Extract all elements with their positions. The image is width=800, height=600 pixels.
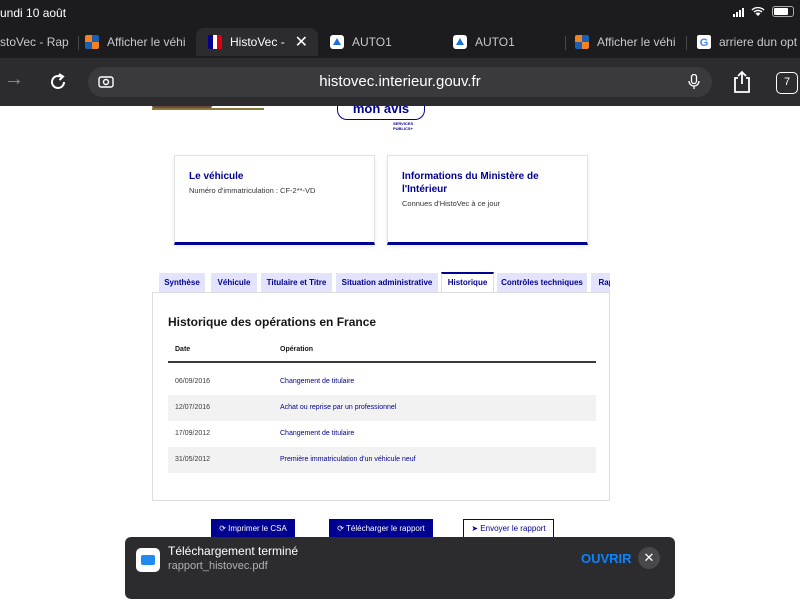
browser-tab-6[interactable]: Afficher le véhi [575,28,677,56]
microphone-icon[interactable] [688,74,700,90]
browser-tab-label: AUTO1 [475,35,515,49]
row-date: 17/09/2012 [175,430,211,437]
vehicle-card: Le véhicule Numéro d'immatriculation : C… [174,155,375,245]
orange-checker-icon [575,35,589,49]
column-operation: Opération [280,346,314,353]
browser-tab-label: Afficher le véhi [597,35,676,49]
print-csa-button[interactable]: ⟳ Imprimer le CSA [211,519,295,539]
reload-icon[interactable] [47,71,69,93]
download-icon: ⟳ [337,524,344,533]
tab-synthese[interactable]: Synthèse [159,273,205,292]
column-date: Date [175,346,191,353]
table-row: 06/09/2016 Changement de titulaire [168,369,596,395]
browser-tab-bar: stoVec - Rap Afficher le véhi HistoVec -… [0,26,800,58]
row-operation[interactable]: Changement de titulaire [280,369,354,395]
row-date: 31/05/2012 [175,456,211,463]
tab-situation[interactable]: Situation administrative [336,273,438,292]
history-panel: Historique des opérations en France Date… [152,292,610,501]
tab-vehicule[interactable]: Véhicule [211,273,257,292]
cellular-signal-icon [733,7,744,17]
download-report-button[interactable]: ⟳ Télécharger le rapport [329,519,433,539]
svg-text:G: G [700,37,709,49]
battery-icon [772,6,794,17]
orange-checker-icon [85,35,99,49]
open-button[interactable]: OUVRIR [581,551,632,566]
status-bar: undi 10 août [0,0,800,26]
mon-avis-badge[interactable]: mon avis [337,106,425,120]
download-title: Téléchargement terminé [168,544,299,558]
browser-tab-2[interactable]: Afficher le véhi [85,28,190,56]
close-tab-icon[interactable]: ✕ [295,32,308,52]
close-notification-icon[interactable]: ✕ [638,547,660,569]
history-title: Historique des opérations en France [168,315,377,329]
page-settings-icon[interactable] [98,74,114,90]
url-bar[interactable]: histovec.interieur.gouv.fr [88,67,712,97]
tab-titulaire[interactable]: Titulaire et Titre [261,273,332,292]
web-page: mon avis SERVICES PUBLICS+ Le véhicule N… [0,106,800,600]
folder-icon [136,548,160,572]
download-report-label: Télécharger le rapport [346,524,425,533]
table-row: 17/09/2012 Changement de titulaire [168,421,596,447]
browser-tab-4[interactable]: AUTO1 [330,28,440,56]
report-tabs: Synthèse Véhicule Titulaire et Titre Sit… [159,272,610,292]
wifi-icon [751,6,765,16]
browser-toolbar: → histovec.interieur.gouv.fr 7 [0,58,800,106]
google-icon: G [697,35,711,49]
row-operation[interactable]: Première immatriculation d'un véhicule n… [280,447,416,473]
download-filename: rapport_histovec.pdf [168,560,268,572]
vehicle-illustration [152,106,266,114]
status-indicators [733,6,794,17]
vehicle-card-title: Le véhicule [189,171,244,182]
vehicle-card-text: Numéro d'immatriculation : CF-2**-VD [189,186,316,195]
browser-tab-label: HistoVec - [230,35,285,49]
status-time: undi 10 août [0,6,67,20]
browser-tab-5[interactable]: AUTO1 [453,28,558,56]
row-operation[interactable]: Changement de titulaire [280,421,354,447]
forward-icon[interactable]: → [4,68,24,91]
send-icon: ➤ [471,524,479,533]
tab-switcher-button[interactable]: 7 [776,72,798,94]
mon-avis-label: mon avis [352,106,410,116]
print-csa-label: Imprimer le CSA [228,524,287,533]
browser-tab-3-active[interactable]: HistoVec - ✕ [196,28,318,56]
row-operation[interactable]: Achat ou reprise par un professionnel [280,395,396,421]
marianne-icon [208,35,222,49]
services-publics-logo: SERVICES PUBLICS+ [393,121,414,131]
history-table-header: Date Opération [168,339,596,363]
tab-rapport[interactable]: Rap [591,273,610,292]
send-report-label: Envoyer le rapport [480,524,546,533]
auto1-icon [330,35,344,49]
table-row: 31/05/2012 Première immatriculation d'un… [168,447,596,473]
tab-controles[interactable]: Contrôles techniques [497,273,587,292]
download-notification: Téléchargement terminé rapport_histovec.… [125,537,675,599]
url-text: histovec.interieur.gouv.fr [319,73,481,90]
row-date: 06/09/2016 [175,378,211,385]
browser-tab-label: stoVec - Rap [0,35,69,49]
auto1-icon [453,35,467,49]
browser-tab-7[interactable]: G arriere dun opt [697,28,800,56]
browser-tab-label: arriere dun opt [719,35,798,49]
row-date: 12/07/2016 [175,404,211,411]
browser-tab-label: Afficher le véhi [107,35,186,49]
table-row: 12/07/2016 Achat ou reprise par un profe… [168,395,596,421]
ministry-card: Informations du Ministère de l'Intérieur… [387,155,588,245]
print-icon: ⟳ [219,524,226,533]
send-report-button[interactable]: ➤ Envoyer le rapport [463,519,554,539]
share-icon[interactable] [732,70,752,94]
tab-historique[interactable]: Historique [441,272,494,292]
ministry-card-title: Informations du Ministère de l'Intérieur [402,171,539,195]
browser-tab-1[interactable]: stoVec - Rap [0,28,75,56]
ministry-card-text: Connues d'HistoVec à ce jour [402,199,501,208]
browser-tab-label: AUTO1 [352,35,392,49]
